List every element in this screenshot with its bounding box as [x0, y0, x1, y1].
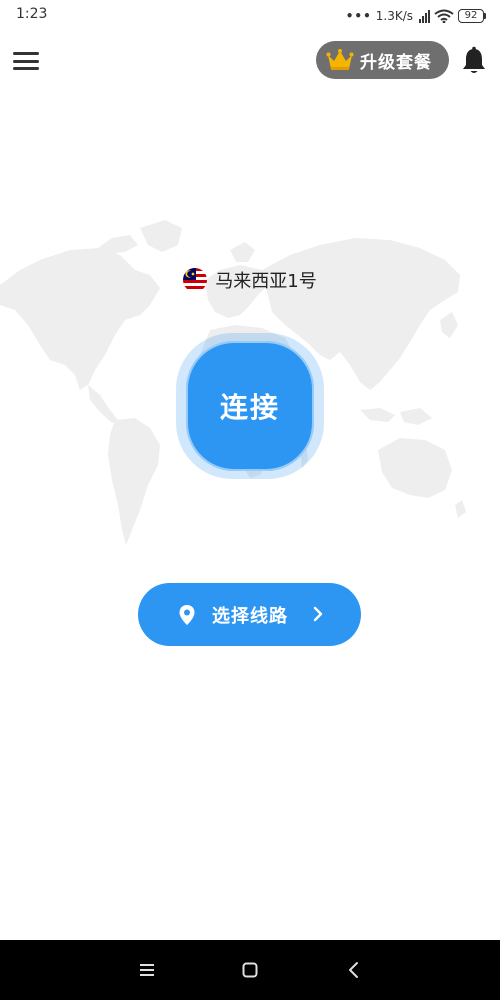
system-nav-bar: [0, 940, 500, 1000]
upgrade-plan-label: 升级套餐: [360, 52, 432, 73]
select-route-label: 选择线路: [212, 605, 288, 627]
battery-icon: 92: [458, 9, 486, 23]
dots-icon: •••: [345, 9, 372, 23]
location-pin-icon: [179, 604, 195, 625]
menu-lines-icon[interactable]: [137, 960, 157, 980]
server-name: 马来西亚1号: [215, 271, 317, 292]
wifi-icon: [434, 9, 454, 23]
crown-icon: [326, 49, 354, 70]
malaysia-flag-icon: [183, 268, 208, 292]
back-chevron-icon[interactable]: [344, 960, 364, 980]
bell-icon[interactable]: [460, 46, 488, 76]
connect-button[interactable]: 连接: [186, 341, 314, 471]
signal-icon: [419, 9, 430, 23]
status-indicators: ••• 1.3K/s 92: [346, 5, 486, 27]
battery-level: 92: [458, 9, 484, 23]
hamburger-menu-icon[interactable]: [12, 50, 40, 72]
connect-label: 连接: [219, 391, 280, 424]
server-selector[interactable]: 马来西亚1号: [0, 264, 500, 296]
chevron-right-icon: [313, 606, 323, 622]
network-speed: 1.3K/s: [375, 9, 413, 23]
status-time: 1:23: [16, 6, 48, 22]
home-square-icon[interactable]: [240, 960, 260, 980]
select-route-button[interactable]: 选择线路: [138, 583, 361, 646]
upgrade-plan-button[interactable]: 升级套餐: [316, 41, 449, 79]
status-bar: 1:23 ••• 1.3K/s 92: [0, 0, 500, 32]
